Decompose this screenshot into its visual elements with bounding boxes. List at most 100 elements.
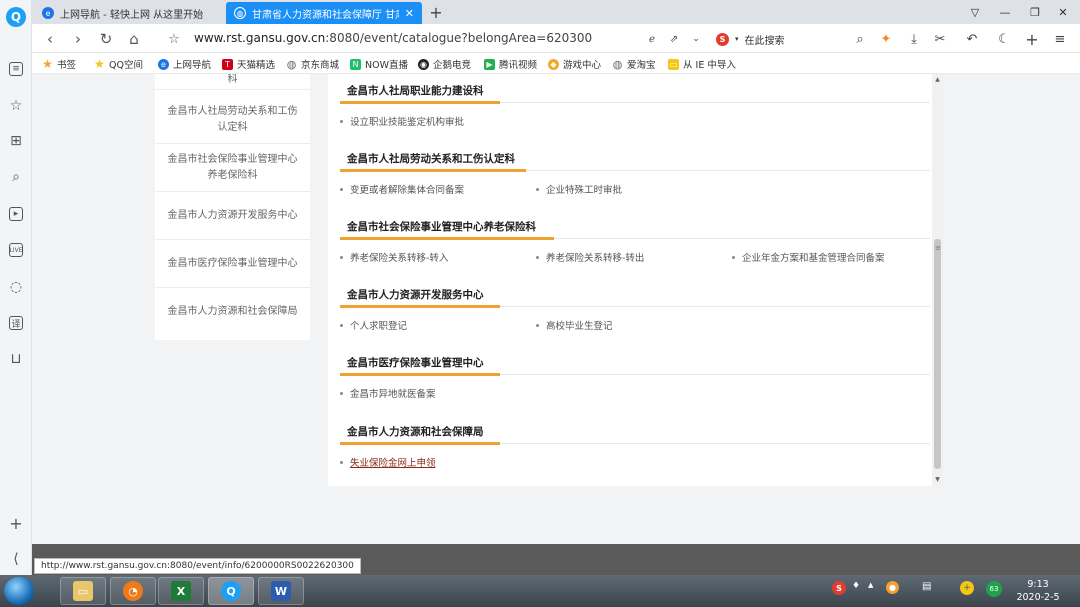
bookmark-item[interactable]: ▶ 腾讯视频 [484,56,537,72]
add-icon[interactable]: + [1022,29,1042,49]
service-link[interactable]: 变更或者解除集体合同备案 [340,182,464,196]
bookmark-item[interactable]: ★ 书签 [42,56,76,72]
service-link[interactable]: 养老保险关系转移-转出 [536,250,644,264]
refresh-icon[interactable]: ↻ [96,29,116,49]
search-box[interactable]: S ▾ 在此搜索 [716,29,866,49]
section-underline [340,373,500,376]
live-icon[interactable]: LIVE [9,243,23,257]
bookmark-label: 腾讯视频 [499,60,538,71]
favorites-star-icon[interactable]: ☆ [6,96,26,116]
ie-mode-icon[interactable]: ℯ [642,29,662,49]
navigation-bar: ‹ › ↻ ⌂ ☆ www.rst.gansu.gov.cn:8080/even… [32,24,1080,53]
home-icon[interactable]: ⌂ [124,29,144,49]
system-clock[interactable]: 9:13 2020-2-5 [1008,578,1068,604]
wechat-plus-icon[interactable]: + [960,581,974,595]
taskbar-word[interactable]: W [258,577,304,605]
service-link[interactable]: 个人求职登记 [340,318,407,332]
screenshot-scissors-icon[interactable]: ✂ [930,29,950,49]
game-icon[interactable]: ✦ [876,29,896,49]
bookmark-item[interactable]: T 天猫精选 [222,56,275,72]
bookmark-item[interactable]: e 上网导航 [158,56,211,72]
add-icon[interactable]: + [6,513,26,533]
app-sidebar: Q ≡ ☆ ⊞ ⌕ ▸ LIVE ◌ 译 ⊔ + ⟨ [0,0,32,575]
forward-icon[interactable]: › [68,29,88,49]
bookmark-item[interactable]: ▭ 从 IE 中导入 [668,56,736,72]
page-scrollbar[interactable]: ▲ ≡ ▼ [932,74,943,486]
tab-gansu-hrss[interactable]: ◍ 甘肃省人力资源和社会保障厅 甘肃人 ✕ [226,2,422,24]
close-window-icon[interactable]: ✕ [1052,3,1074,21]
tab-navigation[interactable]: e 上网导航 - 轻快上网 从这里开始 [34,2,224,24]
service-link[interactable]: 企业年金方案和基金管理合同备案 [732,250,885,264]
department-item[interactable]: 金昌市人社局劳动关系和工伤认定科 [155,96,310,144]
night-mode-icon[interactable]: ☾ [994,29,1014,49]
back-icon[interactable]: ‹ [40,29,60,49]
scroll-up-icon[interactable]: ▲ [932,74,943,84]
book-icon[interactable]: ⊞ [6,131,26,151]
url-path: :8080/event/catalogue?belongArea=620300 [325,31,593,45]
close-tab-icon[interactable]: ✕ [405,7,414,20]
bookmark-item[interactable]: ★ QQ空间 [94,56,143,72]
department-item[interactable]: 金昌市人力资源开发服务中心 [155,192,310,240]
service-link[interactable]: 设立职业技能鉴定机构审批 [340,114,464,128]
bullet-icon [340,460,343,464]
play-icon: ▶ [484,58,495,70]
bookmark-item[interactable]: ◆ 游戏中心 [548,56,601,72]
department-item[interactable]: 金昌市社会保险事业管理中心养老保险科 [155,144,310,192]
windows-start-icon[interactable] [4,577,34,605]
undo-icon[interactable]: ↶ [962,29,982,49]
restore-icon[interactable]: ❐ [1024,3,1046,21]
department-item[interactable]: 科 [155,74,310,90]
section-underline [340,169,526,172]
service-link[interactable]: 金昌市异地就医备案 [340,386,436,400]
chat-icon[interactable]: ◌ [6,277,26,297]
taskbar-qq-browser[interactable]: Q [208,577,254,605]
section-title: 金昌市人力资源和社会保障局 [347,426,484,438]
department-item[interactable]: 金昌市人力资源和社会保障局 [155,288,310,336]
taskbar-excel[interactable]: X [158,577,204,605]
input-settings-icon[interactable]: ♦ [852,581,860,591]
collapse-icon[interactable]: ⟨ [6,549,26,569]
bookmark-item[interactable]: ◍ 京东商城 [286,56,339,72]
department-item[interactable]: 金昌市医疗保险事业管理中心 [155,240,310,288]
address-bar[interactable]: www.rst.gansu.gov.cn:8080/event/catalogu… [194,31,592,45]
tray-app-icon[interactable]: ● [886,581,899,594]
bullet-icon [536,255,539,259]
share-icon[interactable]: ⇗ [664,29,684,49]
news-icon[interactable]: ≡ [9,62,23,76]
star-icon: ★ [94,57,105,71]
new-tab-button[interactable]: + [426,2,446,22]
service-link[interactable]: 高校毕业生登记 [536,318,613,332]
scroll-grip-icon: ≡ [935,244,941,252]
sogou-input-icon[interactable]: S [832,581,846,595]
bookmark-item[interactable]: N NOW直播 [350,56,408,72]
scroll-thumb[interactable] [934,239,941,469]
cart-icon[interactable]: ⊔ [6,349,26,369]
service-link-hovered[interactable]: 失业保险金网上申领 [340,455,436,469]
bullet-icon [340,323,343,327]
security-badge-icon[interactable]: 63 [986,581,1002,597]
translate-icon[interactable]: 译 [9,316,23,330]
service-link[interactable]: 企业特殊工时审批 [536,182,622,196]
minimize-icon[interactable]: — [994,3,1016,21]
bookmark-star-icon[interactable]: ☆ [164,29,184,49]
download-icon[interactable]: ⤓ [904,29,924,49]
search-go-icon[interactable]: ⌕ [850,29,870,49]
service-label: 高校毕业生登记 [546,321,613,332]
gamepad-icon: ◆ [548,58,559,70]
scroll-down-icon[interactable]: ▼ [932,474,943,484]
bullet-icon [340,119,343,123]
taskbar-media[interactable]: ◔ [110,577,156,605]
bookmark-item[interactable]: ◉ 企鹅电竞 [418,56,471,72]
bookmark-label: 京东商城 [301,60,340,71]
menu-icon[interactable]: ≡ [1050,29,1070,49]
tray-expand-icon[interactable]: ▲ [868,581,873,589]
search-icon[interactable]: ⌕ [6,167,26,187]
video-icon[interactable]: ▸ [9,207,23,221]
shirt-skin-icon[interactable]: ▽ [964,3,986,21]
service-link[interactable]: 养老保险关系转移-转入 [340,250,448,264]
bookmark-item[interactable]: ◍ 爱淘宝 [612,56,656,72]
dropdown-chevron-icon[interactable]: ⌄ [686,29,706,49]
browser-logo-icon[interactable]: Q [6,7,26,27]
network-icon[interactable]: ▤ [922,581,931,592]
taskbar-explorer[interactable]: ▭ [60,577,106,605]
